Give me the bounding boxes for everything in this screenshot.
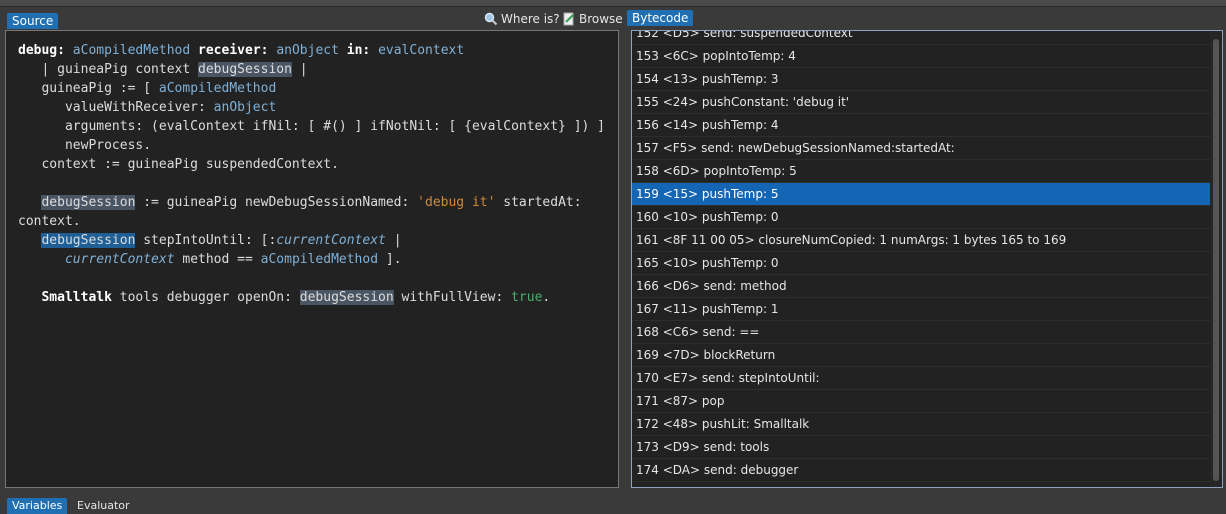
browse-icon bbox=[562, 12, 576, 26]
tab-source[interactable]: Source bbox=[7, 13, 59, 29]
bytecode-row[interactable]: 169 <7D> blockReturn bbox=[632, 344, 1222, 367]
bytecode-row[interactable]: 159 <15> pushTemp: 5 bbox=[632, 183, 1222, 206]
bytecode-row[interactable]: 171 <87> pop bbox=[632, 390, 1222, 413]
code-line-5: arguments: (evalContext ifNil: [ #() ] i… bbox=[18, 119, 605, 134]
bytecode-row[interactable]: 152 <D5> send: suspendedContext bbox=[632, 31, 1222, 45]
code-line-6: newProcess. bbox=[18, 138, 152, 153]
bottom-tabbar: Variables Evaluator bbox=[0, 496, 1226, 514]
source-code-pane[interactable]: debug: aCompiledMethod receiver: anObjec… bbox=[5, 30, 619, 488]
code-line-2: | guineaPig context debugSession | bbox=[18, 62, 308, 77]
code-line-14: Smalltalk tools debugger openOn: debugSe… bbox=[41, 290, 551, 305]
bytecode-row[interactable]: 158 <6D> popIntoTemp: 5 bbox=[632, 160, 1222, 183]
browse-button[interactable]: Browse bbox=[562, 11, 623, 27]
bytecode-list-pane[interactable]: 152 <D5> send: suspendedContext 153 <6C> … bbox=[631, 30, 1223, 488]
code-line-7: context := guineaPig suspendedContext. bbox=[18, 157, 339, 172]
bytecode-row[interactable]: 168 <C6> send: == bbox=[632, 321, 1222, 344]
bytecode-row[interactable]: 156 <14> pushTemp: 4 bbox=[632, 114, 1222, 137]
browse-label: Browse bbox=[579, 12, 623, 26]
top-splitter[interactable] bbox=[0, 0, 1226, 7]
code-line-3: guineaPig := [ aCompiledMethod bbox=[18, 81, 277, 96]
bytecode-row[interactable]: 175 <15> pushTemp: 5 bbox=[632, 482, 1222, 487]
tab-bytecode[interactable]: Bytecode bbox=[627, 10, 694, 26]
bytecode-scrollbar[interactable] bbox=[1210, 31, 1222, 487]
bytecode-row[interactable]: 154 <13> pushTemp: 3 bbox=[632, 68, 1222, 91]
bytecode-row[interactable]: 172 <48> pushLit: Smalltalk bbox=[632, 413, 1222, 436]
code-line-1: debug: aCompiledMethod receiver: anObjec… bbox=[18, 43, 465, 58]
bytecode-row[interactable]: 153 <6C> popIntoTemp: 4 bbox=[632, 45, 1222, 68]
where-is-button[interactable]: Where is? bbox=[484, 11, 560, 27]
where-is-label: Where is? bbox=[501, 12, 560, 26]
magnifier-icon bbox=[484, 12, 498, 26]
code-line-9: debugSession := guineaPig newDebugSessio… bbox=[41, 195, 582, 210]
code-line-4: valueWithReceiver: anObject bbox=[18, 100, 277, 115]
tab-evaluator[interactable]: Evaluator bbox=[72, 498, 135, 514]
code-line-11: debugSession stepIntoUntil: [:currentCon… bbox=[41, 233, 402, 248]
bytecode-row[interactable]: 161 <8F 11 00 05> closureNumCopied: 1 nu… bbox=[632, 229, 1222, 252]
bytecode-row[interactable]: 167 <11> pushTemp: 1 bbox=[632, 298, 1222, 321]
tab-variables[interactable]: Variables bbox=[7, 498, 68, 514]
source-code-text[interactable]: debug: aCompiledMethod receiver: anObjec… bbox=[18, 41, 614, 307]
code-line-12: currentContext method == aCompiledMethod… bbox=[64, 252, 402, 267]
bytecode-list[interactable]: 152 <D5> send: suspendedContext 153 <6C> … bbox=[632, 31, 1222, 487]
bytecode-row[interactable]: 170 <E7> send: stepIntoUntil: bbox=[632, 367, 1222, 390]
bytecode-row[interactable]: 157 <F5> send: newDebugSessionNamed:star… bbox=[632, 137, 1222, 160]
bytecode-row[interactable]: 174 <DA> send: debugger bbox=[632, 459, 1222, 482]
bytecode-scrollbar-thumb[interactable] bbox=[1213, 39, 1219, 481]
bytecode-row[interactable]: 173 <D9> send: tools bbox=[632, 436, 1222, 459]
code-line-10: context. bbox=[18, 214, 81, 229]
bytecode-row[interactable]: 155 <24> pushConstant: 'debug it' bbox=[632, 91, 1222, 114]
bytecode-row[interactable]: 166 <D6> send: method bbox=[632, 275, 1222, 298]
bytecode-row[interactable]: 160 <10> pushTemp: 0 bbox=[632, 206, 1222, 229]
bytecode-row[interactable]: 165 <10> pushTemp: 0 bbox=[632, 252, 1222, 275]
